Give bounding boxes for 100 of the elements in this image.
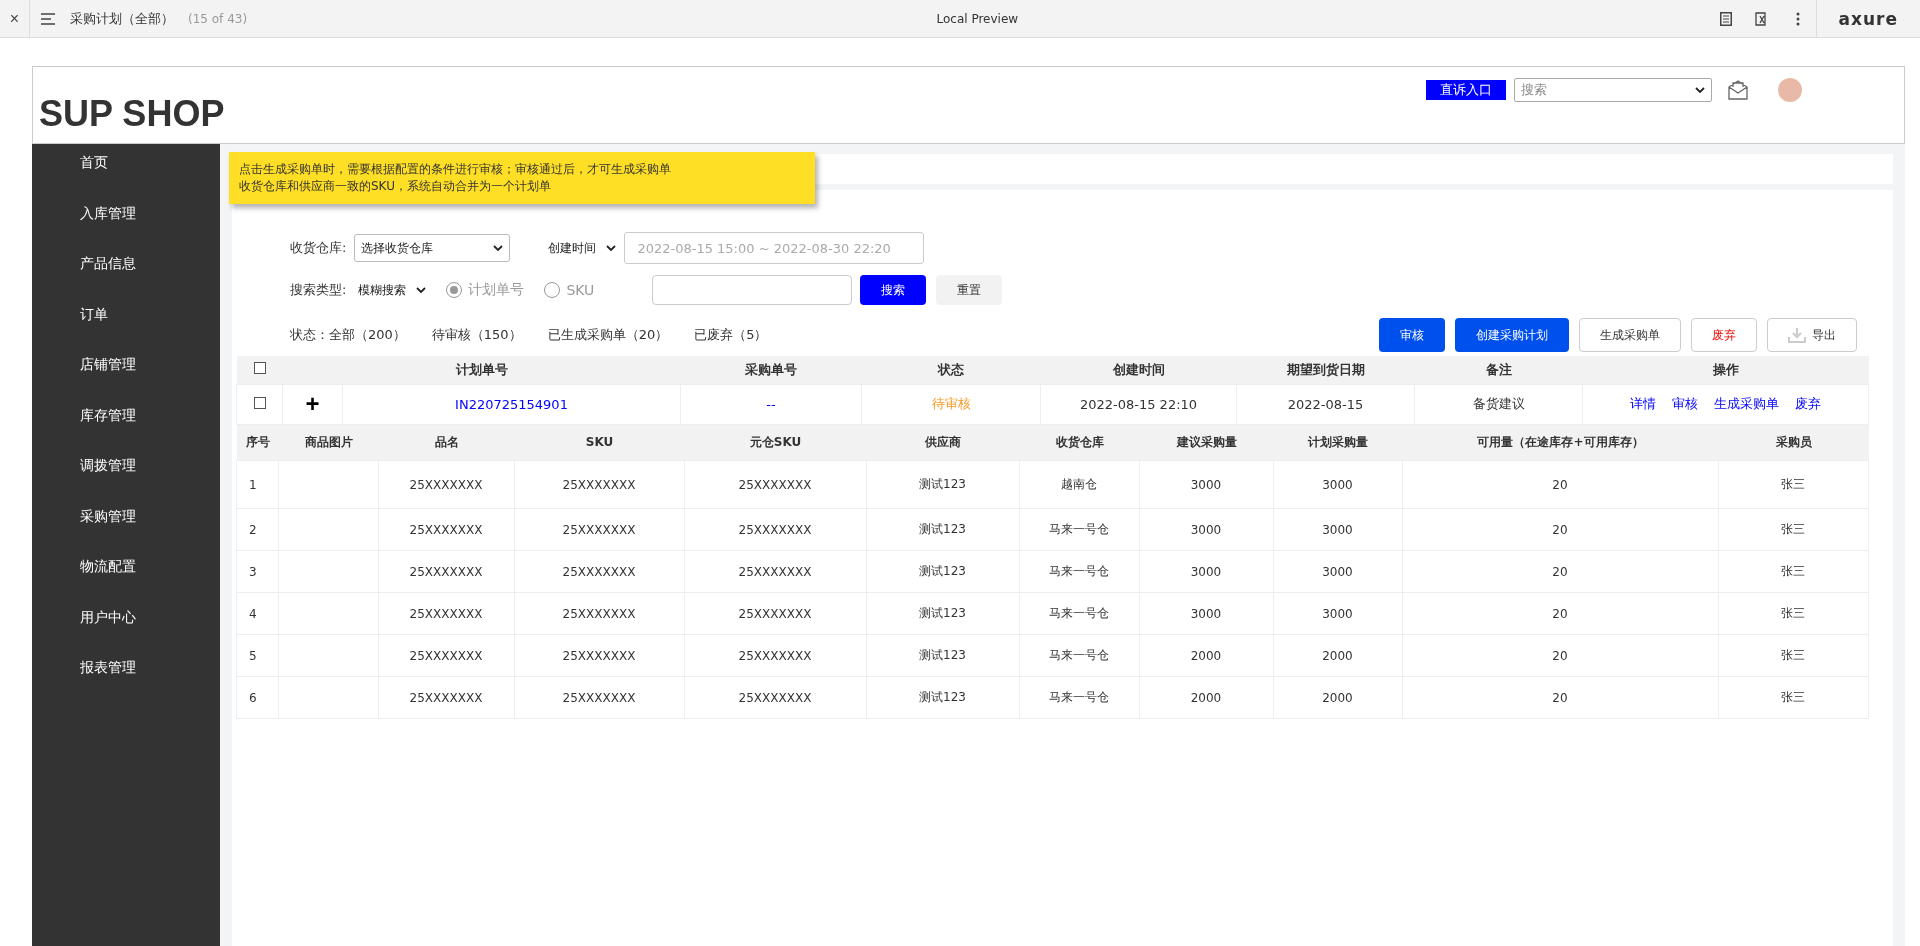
table-cell: 3000 bbox=[1273, 508, 1403, 551]
table-cell: 25XXXXXXX bbox=[514, 460, 685, 509]
menu-icon[interactable] bbox=[41, 12, 55, 25]
more-icon[interactable] bbox=[1795, 11, 1800, 26]
table-cell: 25XXXXXXX bbox=[514, 634, 685, 677]
column-header: 操作 bbox=[1582, 356, 1869, 384]
table-cell: 5 bbox=[236, 634, 279, 677]
action-button[interactable]: 废弃 bbox=[1691, 318, 1757, 352]
close-button[interactable]: × bbox=[0, 0, 30, 38]
complaint-button[interactable]: 直诉入口 bbox=[1426, 80, 1506, 100]
table-cell: 25XXXXXXX bbox=[684, 634, 867, 677]
table-cell: 25XXXXXXX bbox=[514, 508, 685, 551]
action-button[interactable]: 审核 bbox=[1379, 318, 1445, 352]
time-type-select[interactable]: 创建时间 bbox=[548, 239, 617, 257]
table-cell: 备货建议 bbox=[1414, 384, 1583, 424]
sidebar-item[interactable]: 用户中心 bbox=[32, 608, 220, 659]
table-cell: -- bbox=[680, 384, 862, 424]
action-link[interactable]: 生成采购单 bbox=[1714, 396, 1779, 411]
status-filter[interactable]: 已废弃（5） bbox=[694, 326, 768, 344]
column-header: 备注 bbox=[1414, 356, 1583, 384]
search-button[interactable]: 搜索 bbox=[860, 275, 927, 305]
sidebar-item[interactable]: 订单 bbox=[32, 305, 220, 356]
chevron-down-icon bbox=[606, 245, 617, 251]
reset-button[interactable]: 重置 bbox=[936, 275, 1003, 305]
table-cell: 2 bbox=[236, 508, 279, 551]
checkbox[interactable] bbox=[253, 396, 266, 409]
sidebar-item[interactable]: 调拨管理 bbox=[32, 457, 220, 508]
plan-number-link[interactable]: IN220725154901 bbox=[342, 384, 681, 424]
status-filter[interactable]: 状态：全部（200） bbox=[290, 326, 406, 344]
sidebar-item[interactable]: 产品信息 bbox=[32, 255, 220, 306]
search-type-select[interactable]: 模糊搜索 bbox=[358, 281, 427, 299]
column-header: 创建时间 bbox=[1040, 356, 1237, 384]
table-cell: 测试123 bbox=[866, 592, 1020, 635]
status-filter[interactable]: 已生成采购单（20） bbox=[547, 326, 669, 344]
page-title: 采购计划（全部） bbox=[70, 9, 174, 28]
sidebar-item[interactable]: 店铺管理 bbox=[32, 356, 220, 407]
table-cell: 20 bbox=[1402, 460, 1719, 509]
table-cell: 25XXXXXXX bbox=[684, 460, 867, 509]
table-cell: 越南仓 bbox=[1019, 460, 1140, 509]
column-header: 计划单号 bbox=[282, 356, 681, 384]
download-icon bbox=[1788, 327, 1806, 343]
table-cell: 6 bbox=[236, 676, 279, 719]
table-cell: 20 bbox=[1402, 676, 1719, 719]
action-button[interactable]: 生成采购单 bbox=[1579, 318, 1681, 352]
chevron-down-icon bbox=[493, 245, 504, 251]
chevron-down-icon bbox=[1695, 87, 1705, 93]
action-link[interactable]: 详情 bbox=[1630, 396, 1656, 411]
notes-icon[interactable] bbox=[1754, 11, 1769, 26]
table-cell: 3 bbox=[236, 550, 279, 593]
table-cell: 测试123 bbox=[866, 460, 1020, 509]
column-header: 收货仓库 bbox=[1019, 424, 1140, 461]
table-cell: 测试123 bbox=[866, 634, 1020, 677]
table-cell: 3000 bbox=[1273, 592, 1403, 635]
column-header: 计划采购量 bbox=[1273, 424, 1403, 461]
table-cell: 张三 bbox=[1718, 634, 1869, 677]
table-cell: 马来一号仓 bbox=[1019, 634, 1140, 677]
column-header: 商品图片 bbox=[278, 424, 379, 461]
action-button[interactable]: 创建采购计划 bbox=[1455, 318, 1569, 352]
document-icon[interactable] bbox=[1719, 11, 1732, 26]
note: 点击生成采购单时，需要根据配置的条件进行审核；审核通过后，才可生成采购单 收货仓库和供应商一致的SKU，系统自动合并为一个计划单 bbox=[229, 152, 815, 204]
table-cell: 25XXXXXXX bbox=[378, 460, 515, 509]
field-label: 收货仓库: bbox=[290, 239, 347, 257]
table-cell: 张三 bbox=[1718, 550, 1869, 593]
brand-name: SUP SHOP bbox=[39, 93, 225, 135]
table-cell: 20 bbox=[1402, 592, 1719, 635]
table-cell: 1 bbox=[236, 460, 279, 509]
sidebar-item[interactable]: 采购管理 bbox=[32, 507, 220, 558]
table-cell: 3000 bbox=[1139, 550, 1274, 593]
sidebar-item[interactable]: 入库管理 bbox=[32, 204, 220, 255]
field-label: 搜索类型: bbox=[290, 281, 347, 299]
warehouse-select[interactable]: 选择收货仓库 bbox=[354, 234, 511, 262]
column-header: 状态 bbox=[861, 356, 1041, 384]
column-header: 采购员 bbox=[1718, 424, 1869, 461]
preview-title: Local Preview bbox=[935, 11, 1020, 26]
table-cell: 25XXXXXXX bbox=[684, 508, 867, 551]
table-cell: 测试123 bbox=[866, 550, 1020, 593]
table-cell: 4 bbox=[236, 592, 279, 635]
action-link[interactable]: 废弃 bbox=[1795, 396, 1821, 411]
search-input[interactable] bbox=[652, 275, 853, 305]
table-cell: 测试123 bbox=[866, 676, 1020, 719]
sidebar-item[interactable]: 首页 bbox=[32, 154, 220, 205]
checkbox[interactable] bbox=[253, 362, 266, 375]
table-cell: 25XXXXXXX bbox=[378, 508, 515, 551]
sidebar-item[interactable]: 物流配置 bbox=[32, 558, 220, 609]
table-cell: 20 bbox=[1402, 508, 1719, 551]
mail-icon[interactable] bbox=[1728, 79, 1748, 101]
action-button[interactable]: 导出 bbox=[1767, 318, 1857, 352]
table-cell: 25XXXXXXX bbox=[684, 550, 867, 593]
table-cell: 2000 bbox=[1273, 634, 1403, 677]
status-filter[interactable]: 待审核（150） bbox=[431, 326, 522, 344]
search-select[interactable]: 搜索 bbox=[1514, 78, 1712, 102]
table-cell: 25XXXXXXX bbox=[514, 592, 685, 635]
sidebar-item[interactable]: 报表管理 bbox=[32, 659, 220, 710]
table-cell: 25XXXXXXX bbox=[684, 592, 867, 635]
column-header: 采购单号 bbox=[680, 356, 862, 384]
sidebar-item[interactable]: 库存管理 bbox=[32, 406, 220, 457]
action-link[interactable]: 审核 bbox=[1672, 396, 1698, 411]
column-header: 元仓SKU bbox=[684, 424, 867, 461]
table-cell: 张三 bbox=[1718, 592, 1869, 635]
table-cell: 25XXXXXXX bbox=[684, 676, 867, 719]
